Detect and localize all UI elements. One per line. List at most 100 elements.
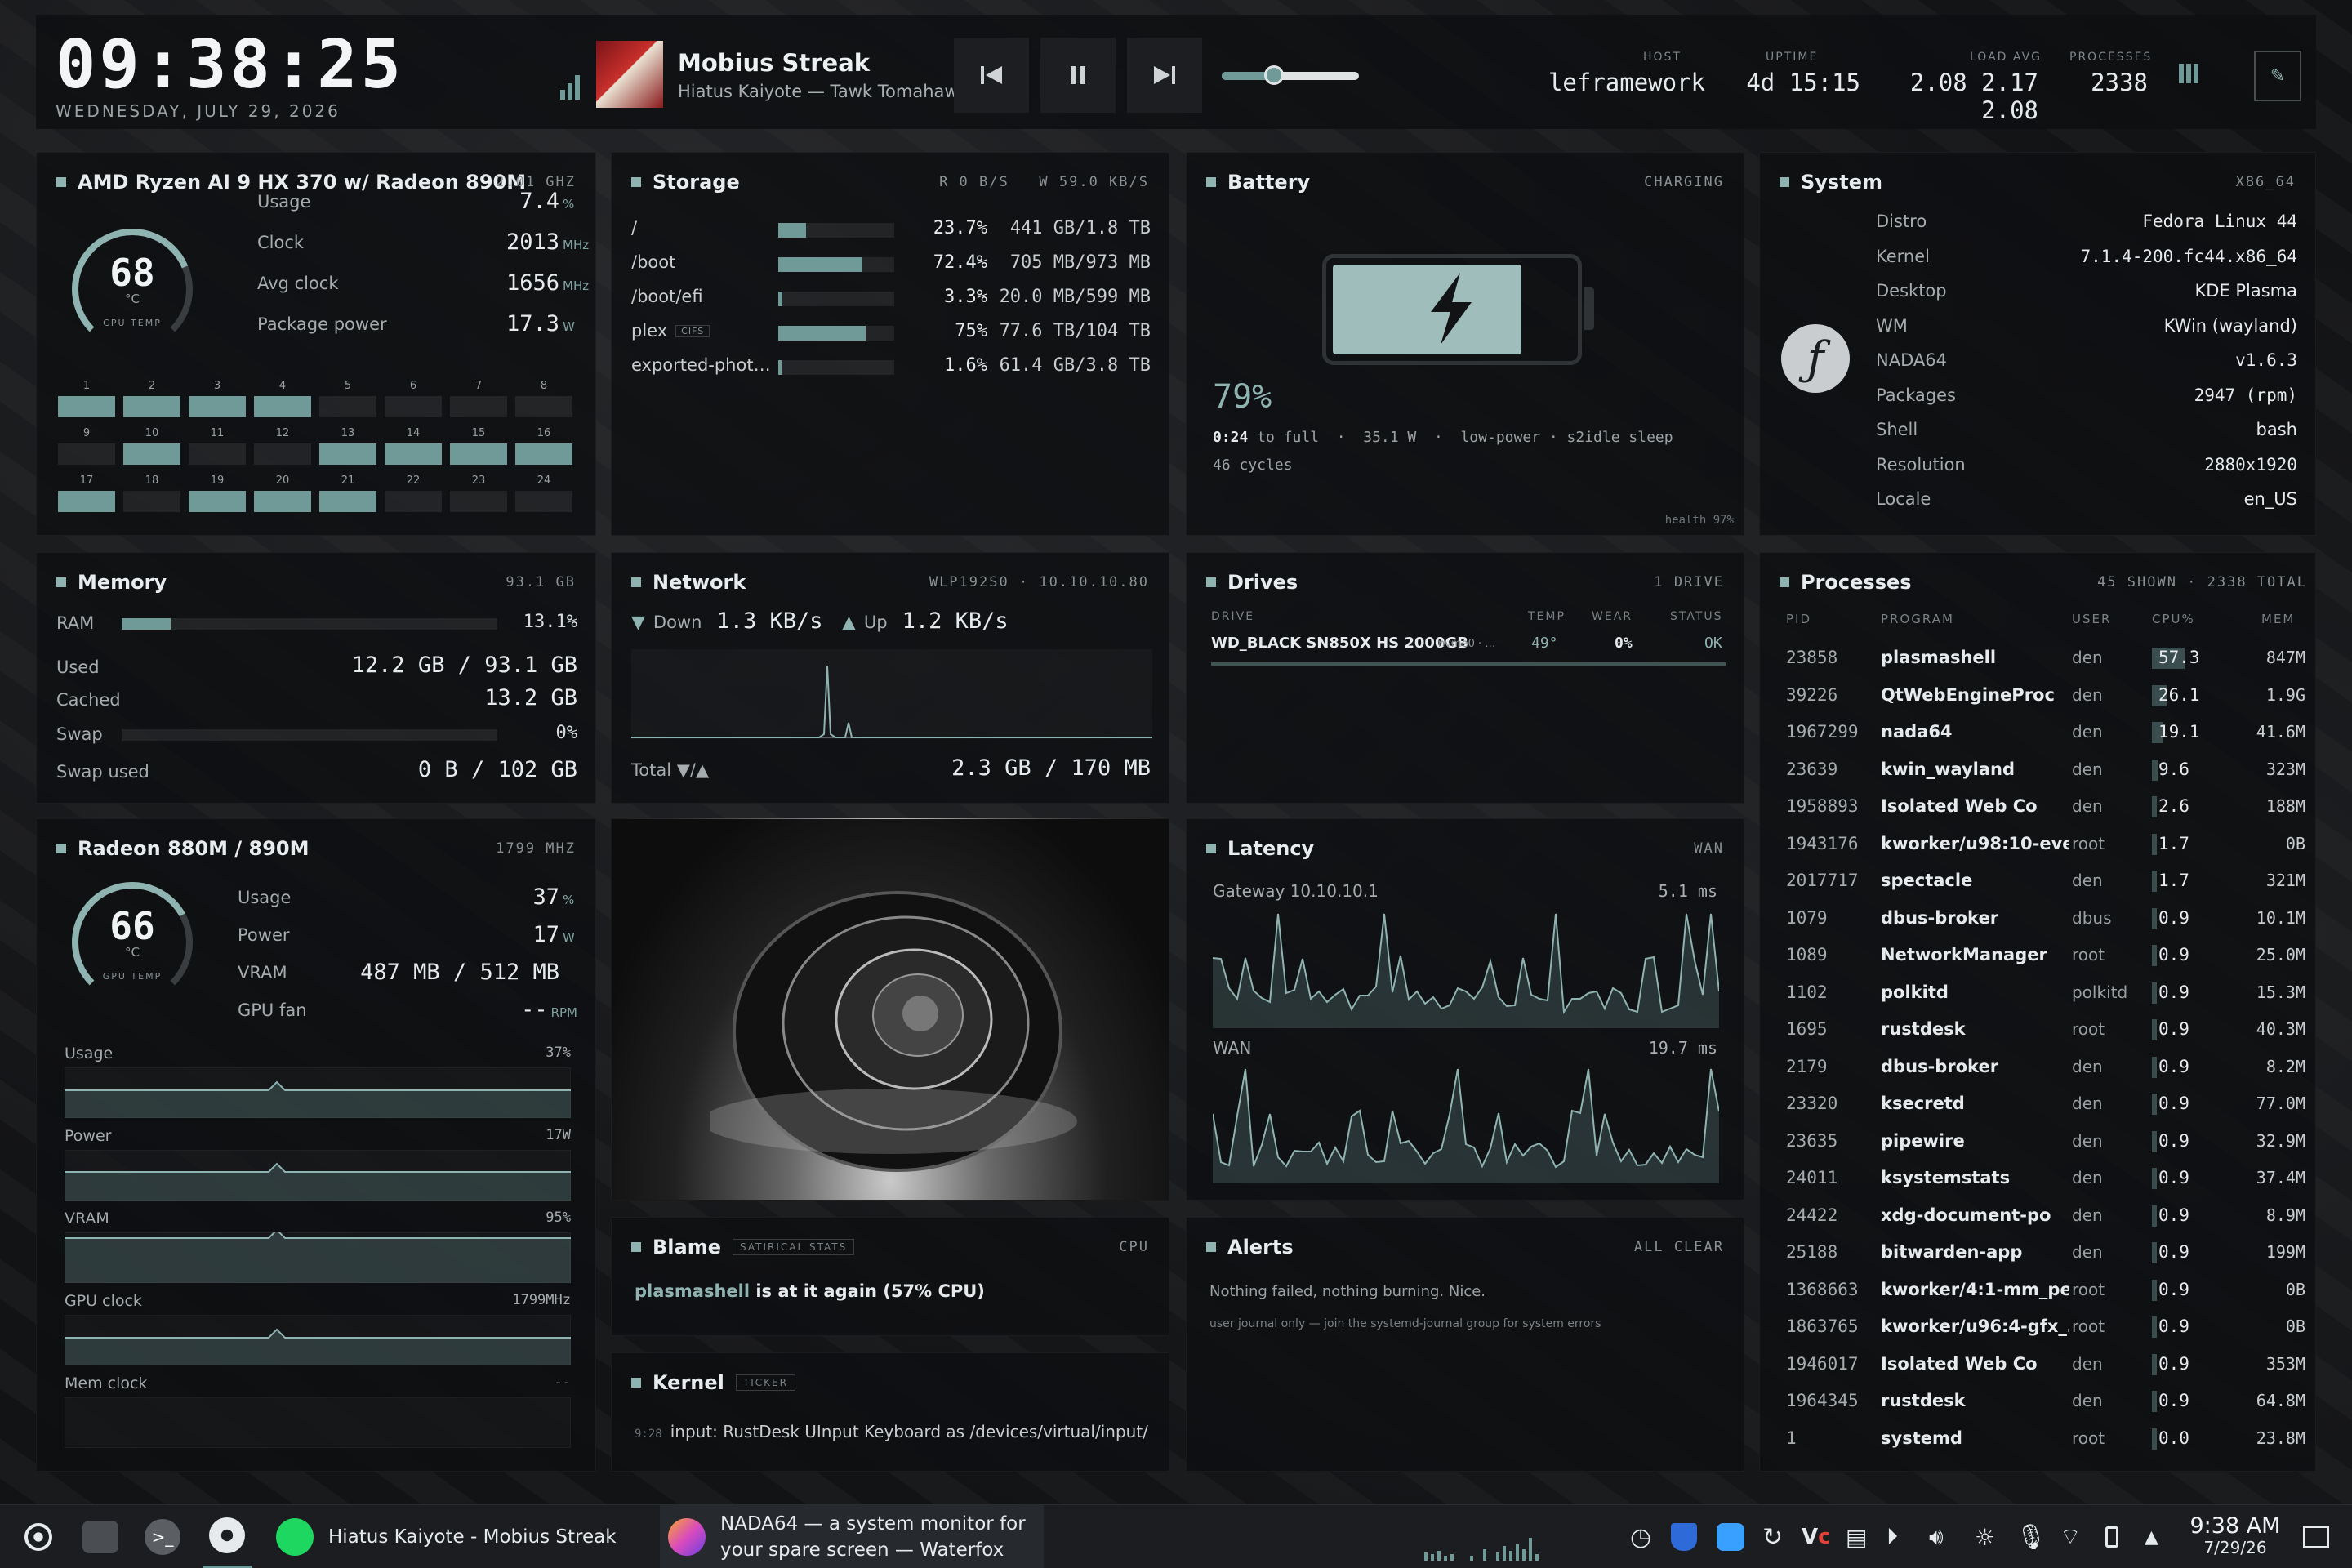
storage-size: 20.0 MB/599 MB — [999, 287, 1151, 307]
sync-icon — [1717, 1523, 1744, 1551]
cpu-core-label: 1 — [82, 380, 91, 392]
process-row[interactable]: 1943176 kworker/u98:10-eve…root 1.7 0B — [1760, 826, 2317, 862]
process-pid: 23635 — [1786, 1130, 1838, 1151]
tray-vscode-icon[interactable]: Vc — [1802, 1505, 1831, 1568]
show-desktop-button[interactable] — [2303, 1505, 2329, 1568]
process-row[interactable]: 24011 ksystemstats den 0.9 37.4M — [1760, 1160, 2317, 1196]
alerts-title: Alerts — [1206, 1236, 1294, 1258]
proc-header-user: USER — [2072, 612, 2112, 626]
app-launcher-button[interactable] — [18, 1505, 59, 1568]
playback-knob[interactable] — [1263, 65, 1284, 85]
system-info-value: 2947 (rpm) — [2194, 385, 2297, 405]
process-row[interactable]: 1863765 kworker/u96:4-gfx_… root 0.9 0B — [1760, 1308, 2317, 1345]
cpu-temp-unit: °C — [125, 292, 140, 306]
tray-sync-icon[interactable] — [1717, 1505, 1744, 1568]
net-total-label: Total ▼/▲ — [631, 760, 710, 780]
tray-refresh-icon[interactable]: ↻ — [1762, 1505, 1783, 1568]
drive-temp: 49° — [1531, 635, 1558, 652]
gpu-temp-label: GPU TEMP — [102, 971, 163, 982]
process-mem: 32.9M — [2256, 1130, 2305, 1151]
tray-clock-app-icon[interactable]: ◷ — [1630, 1505, 1651, 1568]
cpu-core-bar — [319, 443, 376, 465]
process-row[interactable]: 1 systemd root 0.0 23.8M — [1760, 1420, 2317, 1457]
process-row[interactable]: 23639 kwin_wayland den 9.6 323M — [1760, 751, 2317, 788]
process-row[interactable]: 39226 QtWebEngineProc den 26.1 1.9G — [1760, 677, 2317, 714]
drive-row[interactable]: WD_BLACK SN850X HS 2000GB nvme0 · … 49° … — [1211, 630, 1726, 666]
process-row[interactable]: 2017717 spectacle den 1.7 321M — [1760, 862, 2317, 899]
tray-brightness-icon[interactable]: ☼ — [1975, 1505, 1995, 1568]
storage-percent: 75% — [955, 321, 987, 341]
tray-media-icon[interactable]: ⏵ — [1886, 1505, 1898, 1568]
file-manager-button[interactable] — [80, 1505, 121, 1568]
cpu-core-bar — [385, 491, 442, 512]
process-pid: 1943176 — [1786, 833, 1859, 853]
process-row[interactable]: 25188 bitwarden-app den 0.9 199M — [1760, 1234, 2317, 1271]
grid-icon[interactable] — [2179, 64, 2198, 83]
tray-volume-icon[interactable]: 🔊︎ — [1929, 1505, 1944, 1568]
battery-detail-line: 0:24 to full · 35.1 W · low-power · s2id… — [1213, 429, 1673, 446]
process-row[interactable]: 1964345 rustdesk den 0.9 64.8M — [1760, 1383, 2317, 1419]
previous-button[interactable] — [954, 38, 1029, 113]
battery-title: Battery — [1206, 171, 1310, 194]
alerts-panel: Alerts ALL CLEAR Nothing failed, nothing… — [1186, 1217, 1744, 1472]
media-app-button[interactable] — [203, 1505, 252, 1568]
process-name: spectacle — [1881, 871, 1973, 890]
panel-marker-icon — [1206, 177, 1216, 187]
edit-button[interactable]: ✎ — [2254, 51, 2301, 101]
gpu-freq: 1799 MHZ — [496, 840, 576, 857]
mem-used-value: 12.2 GB / 93.1 GB — [351, 653, 577, 678]
process-row[interactable]: 1079 dbus-broker dbus 0.9 10.1M — [1760, 900, 2317, 937]
process-pid: 1958893 — [1786, 796, 1859, 816]
process-row[interactable]: 1946017 Isolated Web Co den 0.9 353M — [1760, 1346, 2317, 1383]
process-row[interactable]: 1089 NetworkManager root 0.9 25.0M — [1760, 937, 2317, 973]
tray-expand-icon[interactable]: ▲ — [2145, 1505, 2158, 1568]
cpu-core-label: 10 — [145, 427, 159, 439]
next-button[interactable] — [1127, 38, 1202, 113]
process-cpu: 0.9 — [2158, 945, 2189, 964]
process-row[interactable]: 23635 pipewire den 0.9 32.9M — [1760, 1123, 2317, 1160]
process-row[interactable]: 23858 plasmashell den 57.3 847M — [1760, 639, 2317, 676]
cpu-core-label: 19 — [210, 474, 225, 487]
swap-percent: 0% — [555, 723, 578, 743]
system-info-key: Distro — [1876, 212, 1927, 231]
cpu-core-label: 8 — [540, 380, 548, 392]
network-title: Network — [631, 571, 746, 594]
process-name: xdg-document-po — [1881, 1205, 2051, 1225]
process-pid: 1967299 — [1786, 722, 1859, 742]
terminal-button[interactable]: >_ — [142, 1505, 183, 1568]
process-row[interactable]: 2179 dbus-broker den 0.9 8.2M — [1760, 1049, 2317, 1085]
process-row[interactable]: 1695 rustdesk root 0.9 40.3M — [1760, 1011, 2317, 1048]
process-row[interactable]: 24422 xdg-document-po den 0.9 8.9M — [1760, 1197, 2317, 1234]
gpu-stat-label: Power — [238, 925, 290, 945]
process-cpu-bar — [2152, 796, 2157, 817]
process-row[interactable]: 1967299 nada64 den 19.1 41.6M — [1760, 714, 2317, 751]
system-info-key: Kernel — [1876, 246, 1930, 266]
tray-clipboard-icon[interactable]: ▤ — [1846, 1505, 1867, 1568]
process-cpu-bar — [2152, 833, 2157, 855]
process-user: den — [2072, 722, 2103, 742]
tray-bitwarden-icon[interactable] — [1671, 1505, 1697, 1568]
tray-wifi-icon[interactable]: ⌔ — [2060, 1505, 2081, 1568]
process-user: dbus — [2072, 907, 2112, 928]
playback-slider[interactable] — [1222, 65, 1359, 85]
pause-button[interactable] — [1040, 38, 1116, 113]
battery-icon — [1322, 254, 1594, 365]
system-info-value: KDE Plasma — [2194, 281, 2297, 301]
process-row[interactable]: 23320 ksecretd den 0.9 77.0M — [1760, 1085, 2317, 1122]
process-cpu: 0.9 — [2158, 907, 2189, 928]
process-pid: 1695 — [1786, 1019, 1828, 1039]
launcher-icon — [24, 1523, 52, 1551]
process-cpu-bar — [2152, 945, 2157, 966]
task-waterfox[interactable]: NADA64 — a system monitor for your spare … — [660, 1505, 1044, 1568]
taskbar-clock[interactable]: 9:38 AM 7/29/26 — [2182, 1505, 2288, 1568]
process-row[interactable]: 1102 polkitd polkitd 0.9 15.3M — [1760, 974, 2317, 1011]
process-cpu-bar — [2152, 1428, 2157, 1450]
process-row[interactable]: 1368663 kworker/4:1-mm_pe… root 0.9 0B — [1760, 1272, 2317, 1308]
task-spotify[interactable]: Hiatus Kaiyote - Mobius Streak — [270, 1505, 629, 1568]
process-row[interactable]: 1958893 Isolated Web Co den 2.6 188M — [1760, 788, 2317, 825]
process-cpu-bar — [2152, 1130, 2157, 1152]
tray-battery-icon[interactable] — [2105, 1505, 2118, 1568]
cpu-freq: 2.01 GHZ — [496, 174, 576, 190]
cpu-core-label: 16 — [537, 427, 551, 439]
tray-microphone-icon[interactable]: 🎙︎ — [2016, 1505, 2047, 1568]
